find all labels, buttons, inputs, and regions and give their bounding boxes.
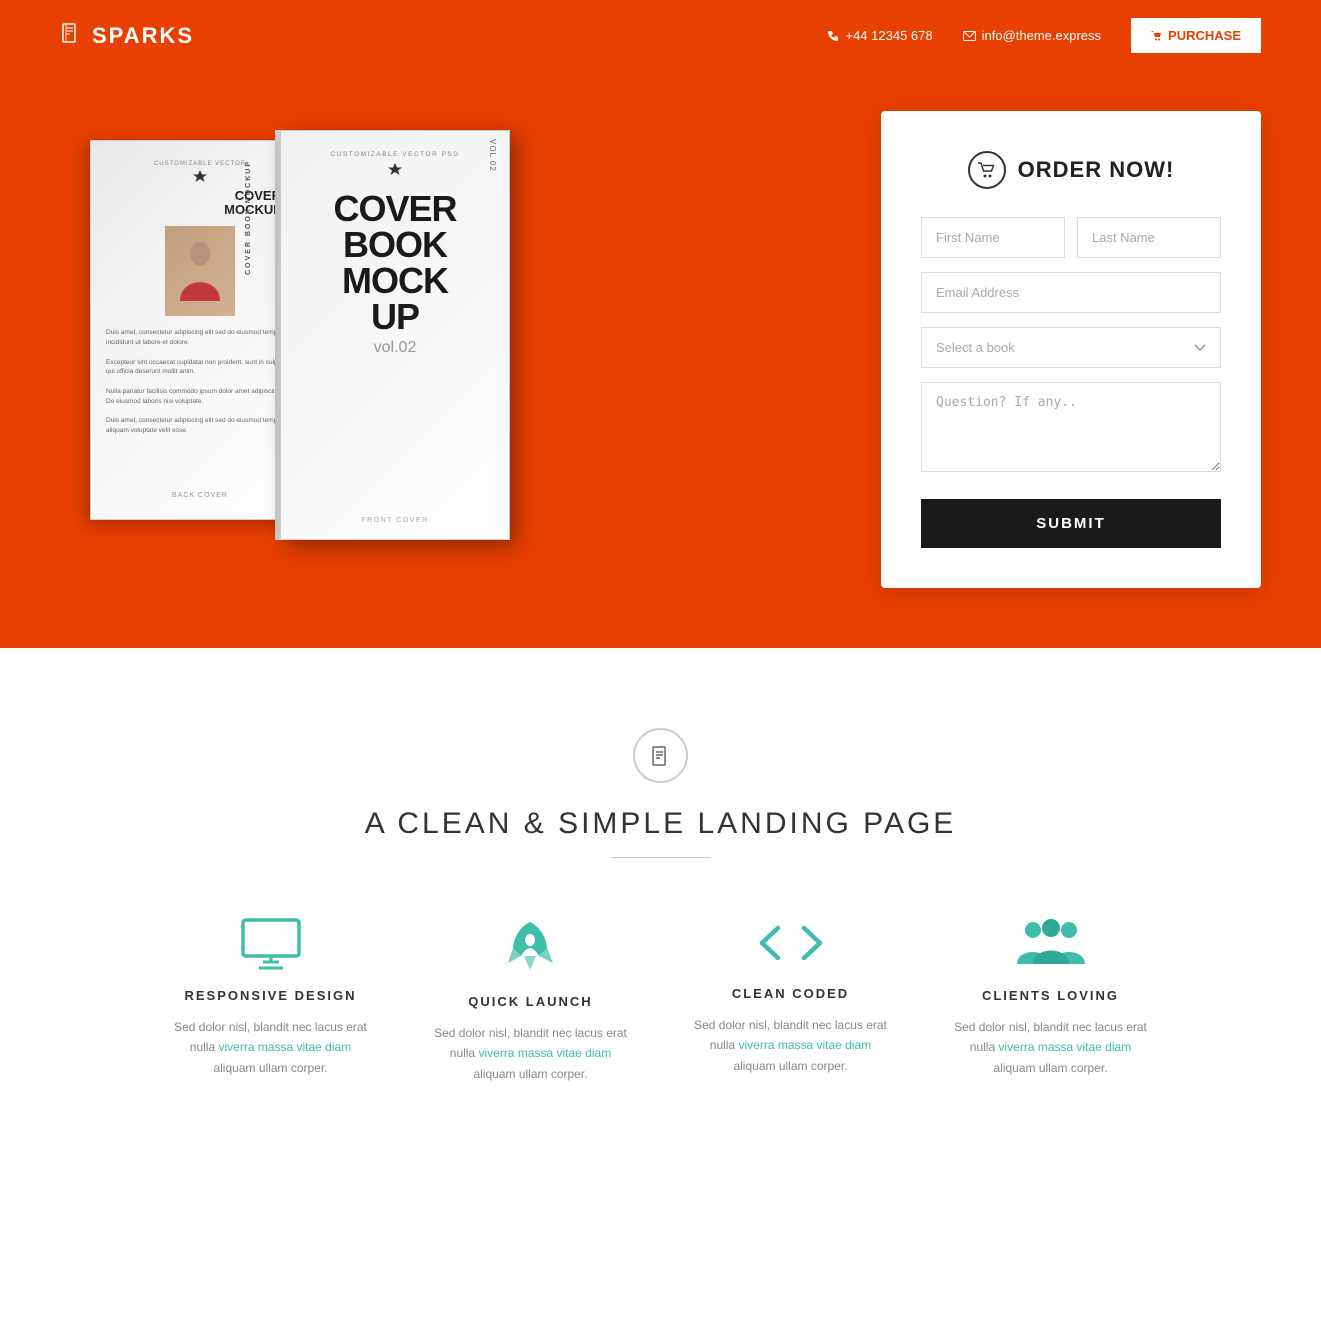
feature-clean-coded-desc: Sed dolor nisl, blandit nec lacus erat n… bbox=[691, 1015, 891, 1076]
email-row bbox=[921, 272, 1221, 313]
book-front-title: COVERBOOKMOCKUP bbox=[333, 191, 456, 335]
book-back-title-block: COVER BMOCKUP V bbox=[106, 189, 294, 219]
book-spine-text: COVER BOOK MOCKUP bbox=[245, 160, 252, 275]
book-front-bottom-label: FRONT COVER bbox=[361, 503, 428, 524]
book-back-image bbox=[165, 226, 235, 316]
book-back-body-text: Duis amet, consectetur adipiscing elit s… bbox=[106, 328, 294, 435]
purchase-button[interactable]: PURCHASE bbox=[1131, 18, 1261, 53]
first-name-input[interactable] bbox=[921, 217, 1065, 258]
feature-clean-coded: CLEAN CODED Sed dolor nisl, blandit nec … bbox=[691, 918, 891, 1084]
hero-section: SPARKS +44 12345 678 info@theme.express … bbox=[0, 0, 1321, 648]
book-select[interactable]: Select a book Book 1 Book 2 Book 3 bbox=[921, 327, 1221, 368]
feature-clients-link[interactable]: viverra massa vitae diam bbox=[998, 1040, 1131, 1054]
order-form-card: ORDER NOW! Select a book Book 1 Book 2 B… bbox=[881, 111, 1261, 588]
submit-button[interactable]: SUBMIT bbox=[921, 499, 1221, 548]
section-title: A CLEAN & SIMPLE LANDING PAGE bbox=[60, 807, 1261, 841]
features-section: A CLEAN & SIMPLE LANDING PAGE RESPONSIVE… bbox=[0, 648, 1321, 1144]
navbar: SPARKS +44 12345 678 info@theme.express … bbox=[0, 0, 1321, 71]
book-back-star bbox=[106, 169, 294, 185]
feature-quick-launch-desc: Sed dolor nisl, blandit nec lacus erat n… bbox=[431, 1023, 631, 1084]
book-back-label: CUSTOMIZABLE VECTOR bbox=[106, 161, 294, 167]
section-divider bbox=[611, 857, 711, 858]
hero-content: CUSTOMIZABLE VECTOR COVER BMOCKUP V Duis… bbox=[0, 71, 1321, 648]
cart-icon bbox=[968, 151, 1006, 189]
feature-clients: CLIENTS LOVING Sed dolor nisl, blandit n… bbox=[951, 918, 1151, 1084]
select-row: Select a book Book 1 Book 2 Book 3 bbox=[921, 327, 1221, 368]
features-grid: RESPONSIVE DESIGN Sed dolor nisl, blandi… bbox=[60, 918, 1261, 1084]
feature-responsive-desc: Sed dolor nisl, blandit nec lacus erat n… bbox=[171, 1017, 371, 1078]
feature-responsive-title: RESPONSIVE DESIGN bbox=[171, 988, 371, 1003]
book-front-star bbox=[388, 162, 402, 181]
email-input[interactable] bbox=[921, 272, 1221, 313]
book-back-bottom-label: BACK COVER bbox=[106, 484, 294, 499]
feature-clients-title: CLIENTS LOVING bbox=[951, 988, 1151, 1003]
form-title-text: ORDER NOW! bbox=[1018, 157, 1175, 183]
feature-responsive: RESPONSIVE DESIGN Sed dolor nisl, blandi… bbox=[171, 918, 371, 1084]
brand-name: SPARKS bbox=[92, 23, 194, 49]
feature-quick-launch-title: QUICK LAUNCH bbox=[431, 994, 631, 1009]
feature-clean-coded-link[interactable]: viverra massa vitae diam bbox=[738, 1038, 871, 1052]
book-front-top-label: CUSTOMIZABLE VECTOR PSD bbox=[331, 151, 460, 158]
book-mockup: CUSTOMIZABLE VECTOR COVER BMOCKUP V Duis… bbox=[60, 130, 560, 570]
feature-quick-launch: QUICK LAUNCH Sed dolor nisl, blandit nec… bbox=[431, 918, 631, 1084]
feature-clean-coded-title: CLEAN CODED bbox=[691, 986, 891, 1001]
feature-quick-launch-link[interactable]: viverra massa vitae diam bbox=[478, 1046, 611, 1060]
question-textarea[interactable] bbox=[921, 382, 1221, 472]
nav-email: info@theme.express bbox=[963, 28, 1101, 43]
section-icon-circle bbox=[633, 728, 688, 783]
textarea-row bbox=[921, 382, 1221, 477]
form-title: ORDER NOW! bbox=[921, 151, 1221, 189]
feature-responsive-link[interactable]: viverra massa vitae diam bbox=[218, 1040, 351, 1054]
book-vol-label: vol.02 bbox=[374, 339, 417, 357]
brand-icon bbox=[60, 22, 82, 50]
name-row bbox=[921, 217, 1221, 258]
last-name-input[interactable] bbox=[1077, 217, 1221, 258]
feature-clients-desc: Sed dolor nisl, blandit nec lacus erat n… bbox=[951, 1017, 1151, 1078]
nav-right: +44 12345 678 info@theme.express PURCHAS… bbox=[827, 18, 1261, 53]
book-front: CUSTOMIZABLE VECTOR PSD VOL 02 COVERBOOK… bbox=[280, 130, 510, 540]
nav-phone: +44 12345 678 bbox=[827, 28, 932, 43]
brand-logo: SPARKS bbox=[60, 22, 194, 50]
book-vol-spine: VOL 02 bbox=[488, 139, 497, 172]
